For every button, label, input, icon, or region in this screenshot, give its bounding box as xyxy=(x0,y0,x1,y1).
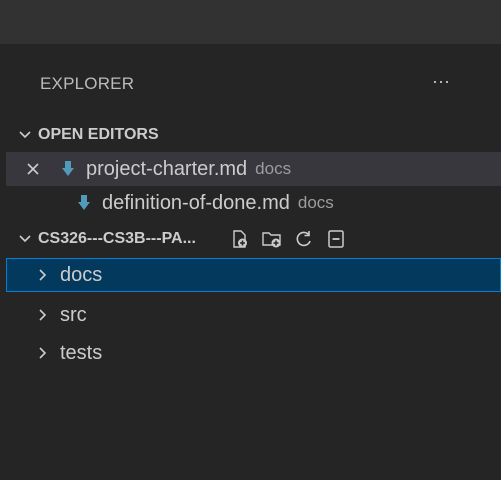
markdown-file-icon xyxy=(58,158,78,180)
chevron-right-icon xyxy=(32,342,54,364)
open-editors-label: OPEN EDITORS xyxy=(38,126,159,143)
more-actions-button[interactable]: ··· xyxy=(426,66,456,96)
tree-item-label: docs xyxy=(60,263,103,286)
new-folder-icon[interactable] xyxy=(258,225,286,253)
close-icon[interactable] xyxy=(22,158,44,180)
refresh-icon[interactable] xyxy=(290,225,318,253)
open-editor-filename: definition-of-done.md xyxy=(102,191,290,214)
chevron-right-icon xyxy=(32,304,54,326)
title-bar xyxy=(0,0,501,44)
workspace-folder-name: CS326---CS3B---PA... xyxy=(38,230,196,247)
folder-actions xyxy=(226,225,354,253)
tree-item-label: tests xyxy=(60,341,103,364)
tree-item-docs[interactable]: docs xyxy=(6,258,501,292)
workspace-folder-header[interactable]: CS326---CS3B---PA... xyxy=(6,222,501,256)
tree-item-tests[interactable]: tests xyxy=(6,336,501,370)
explorer-title: EXPLORER xyxy=(40,74,135,93)
tree-item-label: src xyxy=(60,303,87,326)
open-editors-header[interactable]: OPEN EDITORS xyxy=(6,120,501,150)
open-editor-folder: docs xyxy=(297,193,334,212)
chevron-right-icon xyxy=(32,264,54,286)
chevron-down-icon xyxy=(14,124,36,146)
tree-item-src[interactable]: src xyxy=(6,298,501,332)
open-editor-filename: project-charter.md xyxy=(86,157,248,180)
open-editor-item[interactable]: project-charter.md docs xyxy=(6,152,501,186)
markdown-file-icon xyxy=(74,192,94,214)
collapse-all-icon[interactable] xyxy=(322,225,350,253)
explorer-sidebar: EXPLORER ··· OPEN EDITORS project-charte… xyxy=(6,44,501,480)
open-editor-item[interactable]: definition-of-done.md docs xyxy=(6,186,501,220)
chevron-down-icon xyxy=(14,228,36,250)
new-file-icon[interactable] xyxy=(226,225,254,253)
open-editor-folder: docs xyxy=(255,159,292,178)
